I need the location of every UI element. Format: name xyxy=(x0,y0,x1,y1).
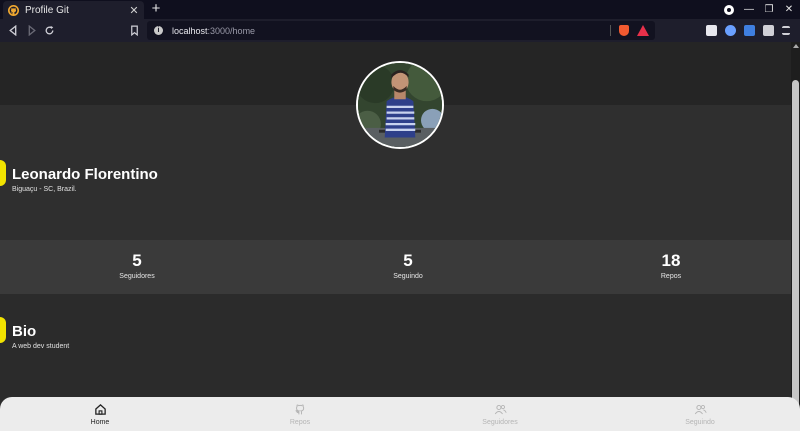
stats-bar: 5 Seguidores 5 Seguindo 18 Repos xyxy=(0,240,791,294)
stat-seguidores[interactable]: 5 Seguidores xyxy=(77,251,197,280)
back-button[interactable] xyxy=(4,22,22,40)
address-bar[interactable]: i localhost:3000/home xyxy=(147,21,655,40)
scrollbar-thumb[interactable] xyxy=(792,80,799,422)
back-icon xyxy=(8,25,16,36)
nav-label: Seguindo xyxy=(685,419,715,426)
tab-close-icon[interactable]: ✕ xyxy=(129,4,139,17)
stat-value: 5 xyxy=(132,251,142,270)
extension-icons xyxy=(706,21,790,40)
bookmark-button[interactable] xyxy=(125,22,143,40)
reload-icon xyxy=(45,25,53,35)
users-icon xyxy=(694,404,707,415)
bio-text: A web dev student xyxy=(12,343,70,350)
url-text: localhost:3000/home xyxy=(172,25,256,36)
extension-globe-icon[interactable] xyxy=(725,25,736,36)
site-info-icon[interactable]: i xyxy=(154,26,163,35)
browser-tab[interactable]: Profile Git ✕ xyxy=(3,1,144,19)
minimize-icon[interactable]: — xyxy=(744,4,754,15)
restore-icon[interactable]: ❐ xyxy=(764,4,774,15)
avatar-photo xyxy=(358,63,442,147)
name-accent-bar xyxy=(0,160,6,186)
nav-seguindo[interactable]: Seguindo xyxy=(660,403,740,426)
translate-extension-icon[interactable] xyxy=(744,25,755,36)
brave-rewards-icon[interactable] xyxy=(637,25,649,36)
url-separator xyxy=(610,25,611,36)
stat-label: Seguindo xyxy=(393,273,423,280)
scroll-up-icon[interactable] xyxy=(793,44,799,48)
bio-accent-bar xyxy=(0,317,6,343)
stat-value: 18 xyxy=(661,251,681,270)
close-window-icon[interactable]: ✕ xyxy=(784,4,794,15)
nav-label: Seguidores xyxy=(482,419,518,426)
tab-title: Profile Git xyxy=(25,4,69,16)
github-icon xyxy=(295,404,304,415)
nav-home[interactable]: Home xyxy=(60,403,140,426)
stat-label: Repos xyxy=(660,273,682,280)
profile-page: Leonardo Florentino Biguaçu - SC, Brazil… xyxy=(0,42,791,431)
nav-seguidores[interactable]: Seguidores xyxy=(460,403,540,426)
sidebar-toggle-icon[interactable] xyxy=(706,25,717,36)
window-controls: — ❐ ✕ xyxy=(724,0,794,19)
stat-repos[interactable]: 18 Repos xyxy=(611,251,731,280)
users-icon xyxy=(494,404,507,415)
github-favicon-icon xyxy=(8,4,19,16)
browser-toolbar: i localhost:3000/home xyxy=(0,19,800,42)
forward-icon xyxy=(28,25,36,36)
bookmark-icon xyxy=(130,25,138,36)
profile-location: Biguaçu - SC, Brazil. xyxy=(12,186,77,193)
page-scrollbar[interactable] xyxy=(791,42,800,431)
reload-button[interactable] xyxy=(40,22,58,40)
stat-seguindo[interactable]: 5 Seguindo xyxy=(348,251,468,280)
browser-tab-bar: Profile Git ✕ + — ❐ ✕ xyxy=(0,0,800,19)
browser-menu-icon[interactable] xyxy=(782,26,790,35)
nav-label: Repos xyxy=(289,419,311,426)
profile-name: Leonardo Florentino xyxy=(12,166,158,183)
bio-title: Bio xyxy=(12,323,37,340)
extensions-puzzle-icon[interactable] xyxy=(763,25,774,36)
nav-label: Home xyxy=(90,419,110,426)
new-tab-button[interactable]: + xyxy=(149,1,163,17)
brave-shield-icon[interactable] xyxy=(619,25,629,36)
avatar xyxy=(356,61,444,149)
menu-dot-icon[interactable] xyxy=(724,4,734,15)
forward-button[interactable] xyxy=(22,22,40,40)
stat-label: Seguidores xyxy=(119,273,155,280)
nav-repos[interactable]: Repos xyxy=(260,403,340,426)
bottom-navigation: Home Repos Seguidores Seguindo xyxy=(0,397,800,431)
stat-value: 5 xyxy=(403,251,413,270)
home-icon xyxy=(94,403,106,415)
